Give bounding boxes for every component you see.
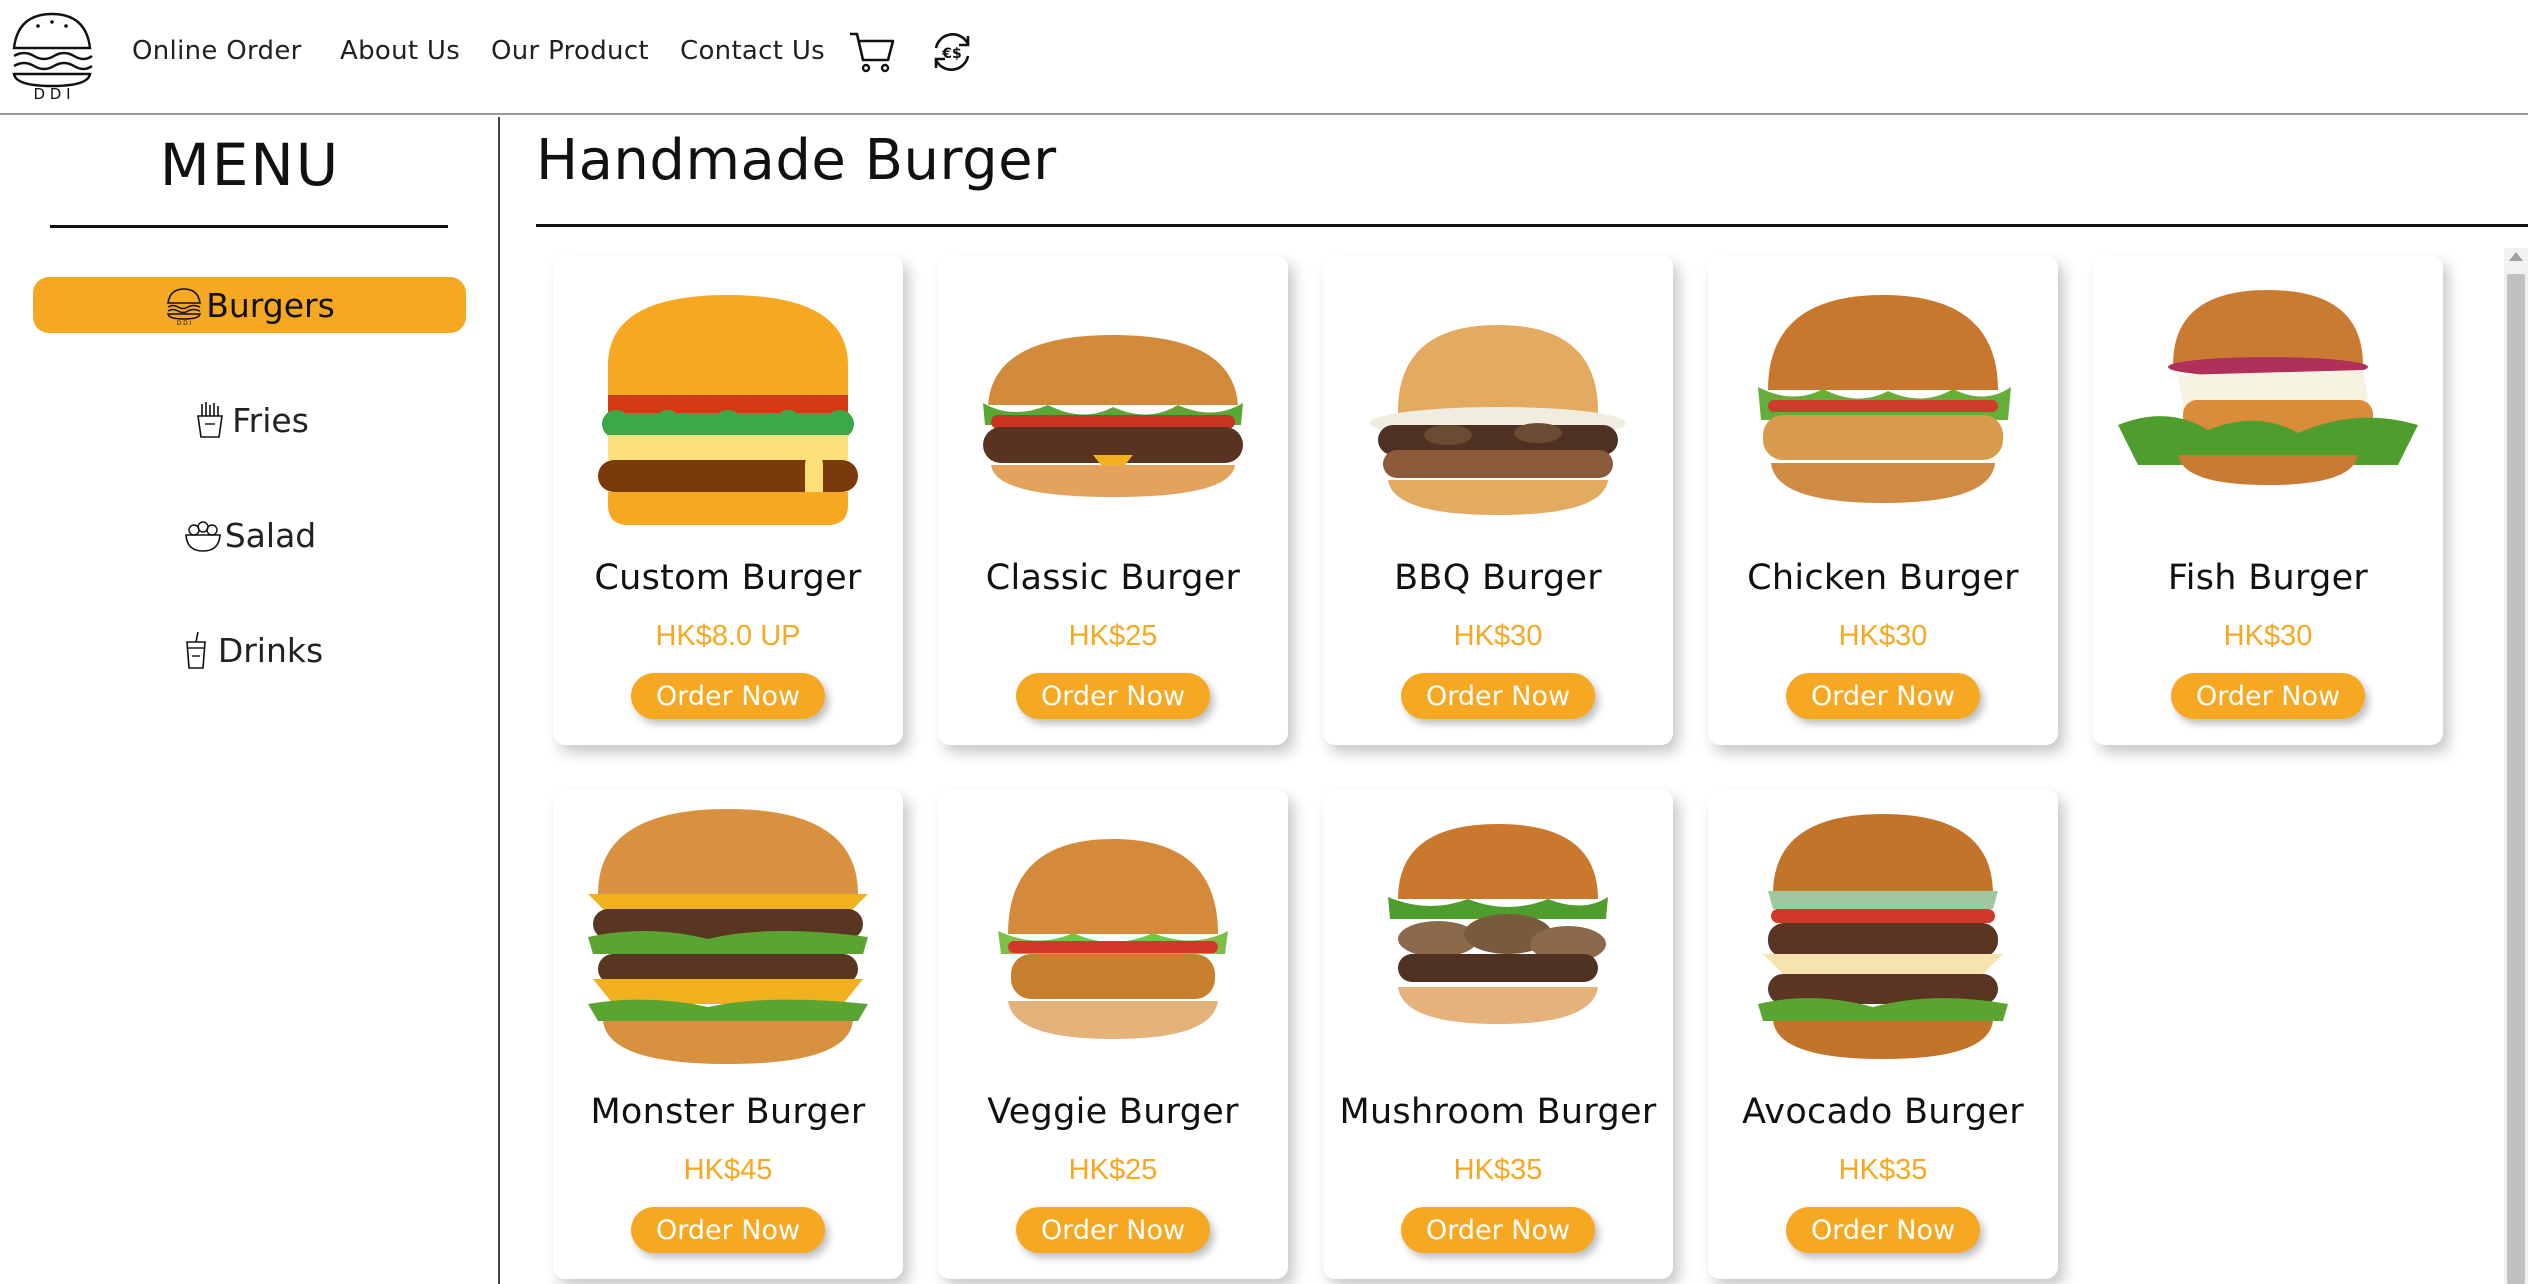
drink-icon xyxy=(185,631,206,669)
order-now-button[interactable]: Order Now xyxy=(1016,1207,1210,1253)
order-now-button[interactable]: Order Now xyxy=(1401,673,1595,719)
product-name: Avocado Burger xyxy=(1742,1092,2024,1132)
page-title: Handmade Burger xyxy=(536,128,1057,193)
product-card-avocado-burger[interactable]: Avocado Burger HK$35 Order Now xyxy=(1708,789,2058,1279)
order-now-button[interactable]: Order Now xyxy=(1401,1207,1595,1253)
scroll-up-icon[interactable] xyxy=(2509,252,2523,261)
product-card-mushroom-burger[interactable]: Mushroom Burger HK$35 Order Now xyxy=(1323,789,1673,1279)
order-now-button[interactable]: Order Now xyxy=(1786,1207,1980,1253)
nav-contact-us[interactable]: Contact Us xyxy=(680,36,825,66)
order-now-button[interactable]: Order Now xyxy=(631,1207,825,1253)
product-card-classic-burger[interactable]: Classic Burger HK$25 Order Now xyxy=(938,255,1288,745)
logo-text: D D I xyxy=(33,85,70,100)
product-card-bbq-burger[interactable]: BBQ Burger HK$30 Order Now xyxy=(1323,255,1673,745)
product-name: Veggie Burger xyxy=(987,1092,1239,1132)
product-name: Classic Burger xyxy=(985,558,1241,598)
svg-text:€$: €$ xyxy=(941,46,961,62)
order-now-button[interactable]: Order Now xyxy=(2171,673,2365,719)
category-label: Burgers xyxy=(206,285,335,325)
title-divider xyxy=(536,224,2528,227)
menu-divider xyxy=(50,225,448,228)
salad-icon xyxy=(184,521,221,552)
product-name: Custom Burger xyxy=(594,558,862,598)
product-price: HK$25 xyxy=(1068,1154,1158,1186)
product-card-veggie-burger[interactable]: Veggie Burger HK$25 Order Now xyxy=(938,789,1288,1279)
nav-our-product[interactable]: Our Product xyxy=(491,36,649,66)
category-drinks[interactable]: Drinks xyxy=(33,622,466,678)
scroll-thumb[interactable] xyxy=(2507,274,2525,1284)
category-salad[interactable]: Salad xyxy=(33,507,466,563)
category-label: Salad xyxy=(224,515,317,555)
main-scrollbar[interactable] xyxy=(2504,248,2528,1284)
product-name: Monster Burger xyxy=(590,1092,866,1132)
monster-burger-image xyxy=(588,809,868,1064)
product-card-fish-burger[interactable]: Fish Burger HK$30 Order Now xyxy=(2093,255,2443,745)
avocado-burger-image xyxy=(1758,814,2008,1059)
order-now-button[interactable]: Order Now xyxy=(1786,673,1980,719)
svg-text:D D I: D D I xyxy=(177,320,192,325)
product-price: HK$30 xyxy=(2223,620,2313,652)
product-price: HK$35 xyxy=(1453,1154,1543,1186)
category-label: Drinks xyxy=(217,630,324,670)
product-name: Mushroom Burger xyxy=(1339,1092,1657,1132)
menu-title: MENU xyxy=(159,131,341,199)
menu-sidebar: MENU D D I Burgers Fries Salad Drinks xyxy=(0,117,500,1284)
product-card-custom-burger[interactable]: Custom Burger HK$8.0 UP Order Now xyxy=(553,255,903,745)
ddi-logo[interactable]: D D I xyxy=(8,8,96,100)
currency-exchange-icon[interactable]: €$ xyxy=(928,28,976,76)
product-price: HK$30 xyxy=(1453,620,1543,652)
nav-about-us[interactable]: About Us xyxy=(340,36,460,66)
product-price: HK$25 xyxy=(1068,620,1158,652)
product-name: Chicken Burger xyxy=(1747,558,2019,598)
category-label: Fries xyxy=(232,400,309,440)
product-name: Fish Burger xyxy=(2167,558,2369,598)
classic-burger-image xyxy=(983,335,1243,497)
mushroom-burger-image xyxy=(1388,824,1608,1024)
product-card-monster-burger[interactable]: Monster Burger HK$45 Order Now xyxy=(553,789,903,1279)
product-price: HK$35 xyxy=(1838,1154,1928,1186)
fish-burger-image xyxy=(2118,290,2418,485)
product-card-chicken-burger[interactable]: Chicken Burger HK$30 Order Now xyxy=(1708,255,2058,745)
order-now-button[interactable]: Order Now xyxy=(631,673,825,719)
product-price: HK$45 xyxy=(683,1154,773,1186)
fries-icon xyxy=(197,402,224,438)
category-fries[interactable]: Fries xyxy=(33,392,466,448)
product-price: HK$8.0 UP xyxy=(655,620,801,652)
burger-icon: D D I xyxy=(167,288,202,325)
veggie-burger-image xyxy=(998,839,1228,1039)
product-price: HK$30 xyxy=(1838,620,1928,652)
category-burgers[interactable]: D D I Burgers xyxy=(33,277,466,333)
top-navbar: D D I Online Order About Us Our Product … xyxy=(0,0,2528,115)
cart-icon[interactable] xyxy=(848,28,896,76)
product-name: BBQ Burger xyxy=(1394,558,1602,598)
custom-burger-image xyxy=(598,295,858,525)
nav-online-order[interactable]: Online Order xyxy=(132,36,302,66)
bbq-burger-image xyxy=(1370,325,1626,515)
chicken-burger-image xyxy=(1758,295,2011,503)
order-now-button[interactable]: Order Now xyxy=(1016,673,1210,719)
